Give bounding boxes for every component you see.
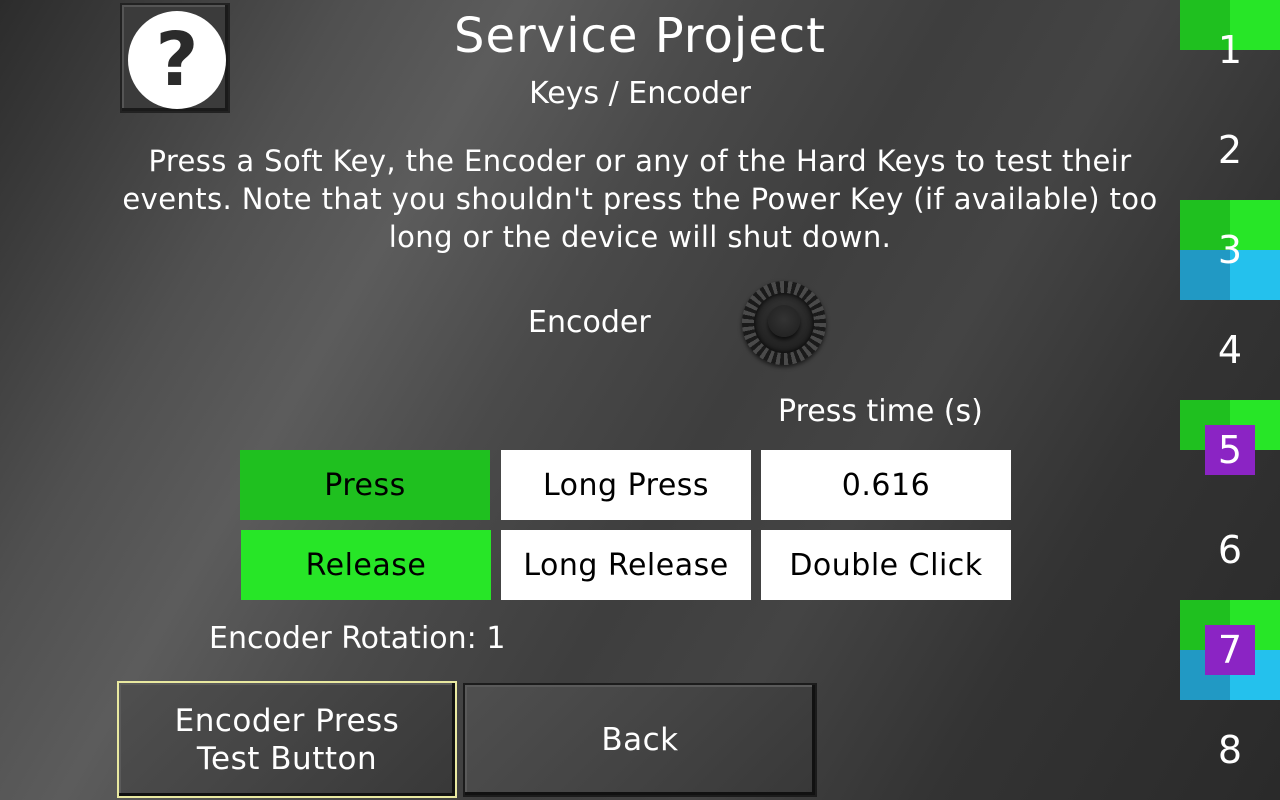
encoder-rotation-label: Encoder Rotation: xyxy=(209,621,477,656)
softkey-label-badge: 5 xyxy=(1205,425,1255,475)
softkey-label: 4 xyxy=(1217,328,1243,372)
event-double-click-indicator: Double Click xyxy=(761,530,1011,600)
softkey-8[interactable]: 8 xyxy=(1180,700,1280,800)
softkey-1[interactable]: 1 xyxy=(1180,0,1280,100)
page-subtitle: Keys / Encoder xyxy=(529,76,751,111)
encoder-press-test-button-line1: Encoder Press xyxy=(174,702,400,739)
softkey-4[interactable]: 4 xyxy=(1180,300,1280,400)
page-title: Service Project xyxy=(454,8,826,64)
encoder-knob-icon xyxy=(742,281,826,365)
back-button[interactable]: Back xyxy=(463,683,817,797)
event-release-indicator: Release xyxy=(241,530,491,600)
softkey-label: 1 xyxy=(1217,28,1243,72)
softkey-6[interactable]: 6 xyxy=(1180,500,1280,600)
event-press-indicator: Press xyxy=(240,450,490,520)
press-time-label: Press time (s) xyxy=(778,394,983,429)
softkey-label: 8 xyxy=(1217,728,1243,772)
encoder-label: Encoder xyxy=(528,305,651,340)
encoder-rotation-readout: Encoder Rotation: 1 xyxy=(209,621,505,656)
softkey-label: 2 xyxy=(1217,128,1243,172)
press-time-value: 0.616 xyxy=(761,450,1011,520)
instructions-text: Press a Soft Key, the Encoder or any of … xyxy=(122,144,1158,254)
softkey-column: 1 2 3 4 5 6 7 8 xyxy=(1180,0,1280,800)
softkey-5[interactable]: 5 xyxy=(1180,400,1280,500)
softkey-7[interactable]: 7 xyxy=(1180,600,1280,700)
softkey-label: 3 xyxy=(1217,228,1243,272)
softkey-label-badge: 7 xyxy=(1205,625,1255,675)
encoder-press-test-button[interactable]: Encoder Press Test Button xyxy=(117,681,457,798)
encoder-press-test-button-line2: Test Button xyxy=(196,740,378,777)
softkey-label: 6 xyxy=(1217,528,1243,572)
softkey-3[interactable]: 3 xyxy=(1180,200,1280,300)
event-long-release-indicator: Long Release xyxy=(501,530,751,600)
encoder-rotation-value: 1 xyxy=(486,621,506,656)
softkey-2[interactable]: 2 xyxy=(1180,100,1280,200)
event-long-press-indicator: Long Press xyxy=(501,450,751,520)
